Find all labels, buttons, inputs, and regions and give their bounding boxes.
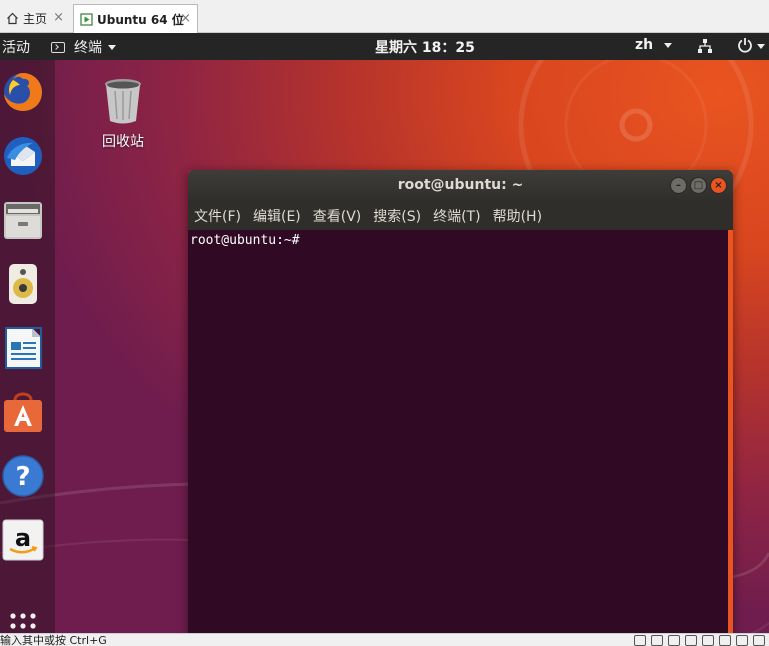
- svg-text:a: a: [14, 524, 30, 552]
- tab-ubuntu-vm-close-icon[interactable]: ×: [180, 11, 191, 26]
- usb-icon[interactable]: [685, 635, 697, 646]
- ubuntu-desktop: 活动 终端 星期六 18：25 zh ? a 回收站 root@ubuntu: …: [0, 33, 769, 633]
- minimize-icon: –: [676, 180, 681, 191]
- thunderbird-icon: [3, 137, 42, 175]
- printer-icon[interactable]: [702, 635, 714, 646]
- menu-help[interactable]: 帮助(H): [493, 206, 542, 226]
- status-hint: 输入其中或按 Ctrl+G: [0, 634, 107, 646]
- vm-status-bar: 输入其中或按 Ctrl+G: [0, 633, 769, 646]
- window-controls: – □ ×: [667, 177, 727, 194]
- rhythmbox-icon: [8, 264, 37, 304]
- terminal-title: root@ubuntu: ~: [397, 177, 524, 193]
- clock-button[interactable]: 星期六 18：25: [375, 37, 475, 57]
- vm-tab-bar: 主页 × Ubuntu 64 位 ×: [0, 0, 769, 33]
- system-menu-chevron-icon[interactable]: [757, 44, 765, 49]
- libreoffice-writer-icon: [4, 327, 42, 369]
- input-language-label: zh: [635, 37, 654, 53]
- close-button[interactable]: ×: [710, 177, 727, 194]
- trash-label: 回收站: [102, 134, 144, 150]
- dock-libreoffice-writer[interactable]: [0, 323, 45, 373]
- terminal-menubar: 文件(F) 编辑(E) 查看(V) 搜索(S) 终端(T) 帮助(H): [188, 202, 733, 230]
- show-apps-icon: [9, 613, 36, 629]
- terminal-scrollbar[interactable]: [728, 230, 733, 633]
- dock-help[interactable]: ?: [0, 451, 45, 501]
- dock-rhythmbox[interactable]: [0, 259, 45, 309]
- tab-ubuntu-vm-label: Ubuntu 64 位: [97, 12, 184, 27]
- chevron-down-icon: [108, 44, 116, 50]
- network-icon[interactable]: [697, 38, 713, 54]
- tab-home[interactable]: 主页 ×: [0, 4, 70, 33]
- activities-button[interactable]: 活动: [2, 37, 30, 57]
- close-icon: ×: [714, 180, 723, 191]
- amazon-icon: a: [2, 519, 43, 561]
- menu-edit[interactable]: 编辑(E): [253, 206, 301, 226]
- shell-prompt: root@ubuntu:~#: [190, 233, 300, 248]
- cdrom-icon[interactable]: [651, 635, 663, 646]
- input-language-button[interactable]: zh: [635, 37, 672, 53]
- dock-show-applications[interactable]: [0, 601, 45, 633]
- menu-terminal[interactable]: 终端(T): [433, 206, 480, 226]
- hdd-icon[interactable]: [634, 635, 646, 646]
- ubuntu-software-icon: [3, 392, 42, 432]
- dock: ? a: [0, 60, 55, 633]
- power-icon[interactable]: [737, 37, 753, 53]
- vm-running-icon: [80, 12, 93, 26]
- app-menu-button[interactable]: 终端: [51, 37, 116, 57]
- dock-amazon[interactable]: a: [0, 515, 45, 565]
- tab-home-close-icon[interactable]: ×: [53, 10, 64, 25]
- terminal-output-area[interactable]: root@ubuntu:~#: [188, 230, 733, 633]
- app-menu-label: 终端: [74, 40, 102, 56]
- menu-search[interactable]: 搜索(S): [373, 206, 421, 226]
- svg-text:?: ?: [15, 462, 30, 492]
- desktop-trash[interactable]: 回收站: [95, 77, 151, 151]
- maximize-button[interactable]: □: [690, 177, 707, 194]
- terminal-window[interactable]: root@ubuntu: ~ – □ × 文件(F) 编辑(E) 查看(V) 搜…: [188, 170, 733, 633]
- gnome-top-bar: 活动 终端 星期六 18：25 zh: [0, 33, 769, 60]
- files-icon: [3, 202, 42, 239]
- tab-ubuntu-vm[interactable]: Ubuntu 64 位 ×: [73, 4, 198, 33]
- tab-home-label: 主页: [23, 12, 48, 26]
- sound-icon[interactable]: [719, 635, 731, 646]
- dock-ubuntu-software[interactable]: [0, 387, 45, 437]
- dock-firefox[interactable]: [0, 67, 45, 117]
- minimize-button[interactable]: –: [670, 177, 687, 194]
- terminal-titlebar[interactable]: root@ubuntu: ~ – □ ×: [188, 170, 733, 202]
- dock-thunderbird[interactable]: [0, 131, 45, 181]
- dock-files[interactable]: [0, 195, 45, 245]
- home-icon: [7, 12, 18, 25]
- help-icon: ?: [1, 455, 44, 497]
- trash-icon: [105, 79, 141, 124]
- terminal-small-icon: [51, 41, 65, 53]
- network-adapter-icon[interactable]: [668, 635, 680, 646]
- menu-file[interactable]: 文件(F): [194, 206, 241, 226]
- firefox-icon: [3, 73, 42, 111]
- maximize-icon: □: [693, 180, 704, 191]
- chevron-down-icon: [664, 42, 672, 48]
- screen: 主页 × Ubuntu 64 位 × 活动 终端 星期六 18：25 zh ? …: [0, 0, 769, 646]
- fullscreen-icon[interactable]: [753, 635, 765, 646]
- menu-view[interactable]: 查看(V): [313, 206, 362, 226]
- device-status-icons: [629, 635, 765, 646]
- display-icon[interactable]: [736, 635, 748, 646]
